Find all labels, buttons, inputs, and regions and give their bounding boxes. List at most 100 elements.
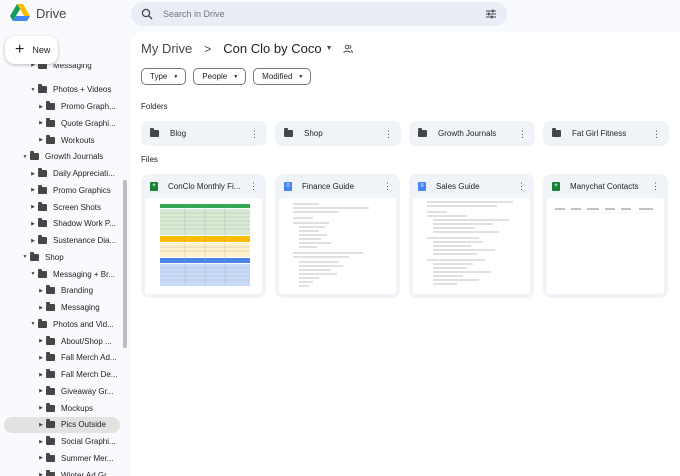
sidebar-tree-item[interactable]: ▶ Screen Shots bbox=[4, 200, 120, 214]
filter-people[interactable]: People ▼ bbox=[193, 68, 247, 85]
search-options-icon[interactable] bbox=[485, 8, 497, 20]
expand-arrow-icon[interactable]: ▶ bbox=[30, 171, 36, 177]
breadcrumb-separator: > bbox=[204, 41, 212, 56]
folder-icon bbox=[46, 369, 55, 378]
expand-arrow-icon[interactable]: ▼ bbox=[30, 271, 36, 277]
sidebar-tree-item[interactable]: ▶ About/Shop ... bbox=[4, 334, 120, 348]
expand-arrow-icon[interactable]: ▼ bbox=[22, 254, 28, 260]
file-card-conclo-monthly[interactable]: + ConClo Monthly Fi... ⋮ bbox=[141, 174, 266, 298]
folder-name: Shop bbox=[304, 129, 323, 138]
expand-arrow-icon[interactable]: ▶ bbox=[38, 388, 44, 394]
sidebar-tree-item[interactable]: ▼ Growth Journals bbox=[4, 150, 120, 164]
new-button[interactable]: + New bbox=[5, 36, 58, 64]
more-options-icon[interactable]: ⋮ bbox=[517, 182, 526, 191]
folder-icon bbox=[38, 268, 47, 278]
file-thumbnail bbox=[413, 198, 530, 294]
folder-icon bbox=[46, 436, 55, 445]
filter-type[interactable]: Type ▼ bbox=[141, 68, 187, 85]
sidebar-tree-item[interactable]: ▶ Pics Outside bbox=[4, 416, 120, 433]
spreadsheet-preview-graphic bbox=[551, 208, 660, 214]
expand-arrow-icon[interactable]: ▶ bbox=[38, 472, 44, 476]
expand-arrow-icon[interactable]: ▶ bbox=[38, 422, 44, 428]
folder-icon bbox=[46, 385, 55, 395]
sidebar-tree-item[interactable]: ▼ Shop bbox=[4, 250, 120, 264]
folder-card-growth-journals[interactable]: Growth Journals ⋮ bbox=[409, 121, 535, 146]
file-card-manychat-contacts[interactable]: + Manychat Contacts ⋮ bbox=[543, 174, 668, 298]
search-bar[interactable] bbox=[131, 2, 507, 26]
expand-arrow-icon[interactable]: ▶ bbox=[38, 104, 44, 110]
more-options-icon[interactable]: ⋮ bbox=[250, 129, 259, 138]
sidebar-tree-item-label: Screen Shots bbox=[53, 202, 102, 212]
expand-arrow-icon[interactable]: ▶ bbox=[38, 355, 44, 361]
sidebar-tree-item-label: Promo Graph... bbox=[61, 102, 116, 111]
sidebar-tree-item[interactable]: ▶ Mockups bbox=[4, 401, 120, 415]
sidebar-tree-item-label: Promo Graphics bbox=[53, 185, 111, 195]
folder-icon bbox=[46, 452, 55, 462]
more-options-icon[interactable]: ⋮ bbox=[651, 182, 660, 191]
file-name: Manychat Contacts bbox=[570, 181, 639, 191]
folder-card-fat-girl-fitness[interactable]: Fat Girl Fitness ⋮ bbox=[543, 121, 669, 146]
breadcrumb-current[interactable]: Con Clo by Coco bbox=[223, 41, 321, 56]
expand-arrow-icon[interactable]: ▼ bbox=[30, 87, 36, 93]
expand-arrow-icon[interactable]: ▶ bbox=[30, 64, 36, 68]
expand-arrow-icon[interactable]: ▼ bbox=[22, 154, 28, 160]
sidebar-tree-item[interactable]: ▼ Photos and Vid... bbox=[4, 317, 120, 331]
expand-arrow-icon[interactable]: ▶ bbox=[30, 221, 36, 227]
more-options-icon[interactable]: ⋮ bbox=[249, 182, 258, 191]
sidebar-tree-item[interactable]: ▶ Sustenance Dia... bbox=[4, 234, 120, 248]
sidebar-tree-item[interactable]: ▶ Summer Mer... bbox=[4, 451, 120, 465]
more-options-icon[interactable]: ⋮ bbox=[652, 129, 661, 138]
drive-logo[interactable]: Drive bbox=[10, 4, 66, 22]
expand-arrow-icon[interactable]: ▶ bbox=[38, 405, 44, 411]
folders-heading: Folders bbox=[141, 102, 168, 111]
filter-modified[interactable]: Modified ▼ bbox=[253, 68, 312, 85]
search-icon[interactable] bbox=[141, 8, 153, 20]
sidebar-tree-item[interactable]: ▶ Giveaway Gr... bbox=[4, 384, 120, 398]
folder-card-shop[interactable]: Shop ⋮ bbox=[275, 121, 401, 146]
more-options-icon[interactable]: ⋮ bbox=[384, 129, 393, 138]
sidebar-tree-item[interactable]: ▶ Shadow Work P... bbox=[4, 217, 120, 231]
expand-arrow-icon[interactable]: ▶ bbox=[30, 238, 36, 244]
folder-icon bbox=[418, 128, 427, 137]
sidebar-tree-item[interactable]: ▶ Fall Merch Ad... bbox=[4, 351, 120, 365]
sidebar-tree-item[interactable]: ▶ Branding bbox=[4, 284, 120, 298]
expand-arrow-icon[interactable]: ▶ bbox=[38, 305, 44, 311]
expand-arrow-icon[interactable]: ▶ bbox=[38, 455, 44, 461]
file-name: ConClo Monthly Fi... bbox=[168, 181, 240, 191]
sidebar-tree-item[interactable]: ▶ Promo Graph... bbox=[4, 100, 120, 114]
sidebar-tree-item[interactable]: ▶ Messaging bbox=[4, 64, 120, 72]
file-name: Sales Guide bbox=[436, 181, 480, 191]
sidebar-tree-item[interactable]: ▶ Daily Appreciati... bbox=[4, 167, 120, 181]
dropdown-arrow-icon: ▼ bbox=[173, 73, 179, 80]
expand-arrow-icon[interactable]: ▶ bbox=[38, 372, 44, 378]
folder-card-blog[interactable]: Blog ⋮ bbox=[141, 121, 267, 146]
sidebar-tree-item[interactable]: ▶ Messaging bbox=[4, 301, 120, 315]
shared-folder-icon[interactable] bbox=[342, 44, 353, 54]
expand-arrow-icon[interactable]: ▶ bbox=[38, 120, 44, 126]
chevron-down-icon[interactable]: ▼ bbox=[326, 45, 333, 52]
expand-arrow-icon[interactable]: ▶ bbox=[30, 204, 36, 210]
sheets-icon: + bbox=[552, 181, 560, 191]
expand-arrow-icon[interactable]: ▶ bbox=[38, 338, 44, 344]
expand-arrow-icon[interactable]: ▶ bbox=[30, 187, 36, 193]
sidebar-tree-item[interactable]: ▶ Workouts bbox=[4, 133, 120, 147]
file-card-finance-guide[interactable]: ≡ Finance Guide ⋮ bbox=[275, 174, 400, 298]
sidebar-tree-item[interactable]: ▶ Quote Graphi... bbox=[4, 116, 120, 130]
search-input[interactable] bbox=[163, 9, 463, 19]
file-thumbnail bbox=[547, 198, 664, 294]
expand-arrow-icon[interactable]: ▼ bbox=[30, 321, 36, 327]
file-card-sales-guide[interactable]: ≡ Sales Guide ⋮ bbox=[409, 174, 534, 298]
expand-arrow-icon[interactable]: ▶ bbox=[38, 439, 44, 445]
sidebar-tree-item[interactable]: ▶ Social Graphi... bbox=[4, 435, 120, 449]
expand-arrow-icon[interactable]: ▶ bbox=[38, 288, 44, 294]
sidebar-tree-item[interactable]: ▶ Winter Ad Gr... bbox=[4, 468, 120, 476]
more-options-icon[interactable]: ⋮ bbox=[383, 182, 392, 191]
more-options-icon[interactable]: ⋮ bbox=[518, 129, 527, 138]
sidebar-tree-item[interactable]: ▶ Fall Merch De... bbox=[4, 368, 120, 382]
expand-arrow-icon[interactable]: ▶ bbox=[38, 137, 44, 143]
sidebar-tree-item[interactable]: ▼ Messaging + Br... bbox=[4, 267, 120, 281]
sidebar-scrollbar[interactable] bbox=[123, 180, 127, 348]
sidebar-tree-item[interactable]: ▶ Promo Graphics bbox=[4, 183, 120, 197]
sidebar-tree-item[interactable]: ▼ Photos + Videos bbox=[4, 83, 120, 97]
breadcrumb-root[interactable]: My Drive bbox=[141, 41, 192, 56]
